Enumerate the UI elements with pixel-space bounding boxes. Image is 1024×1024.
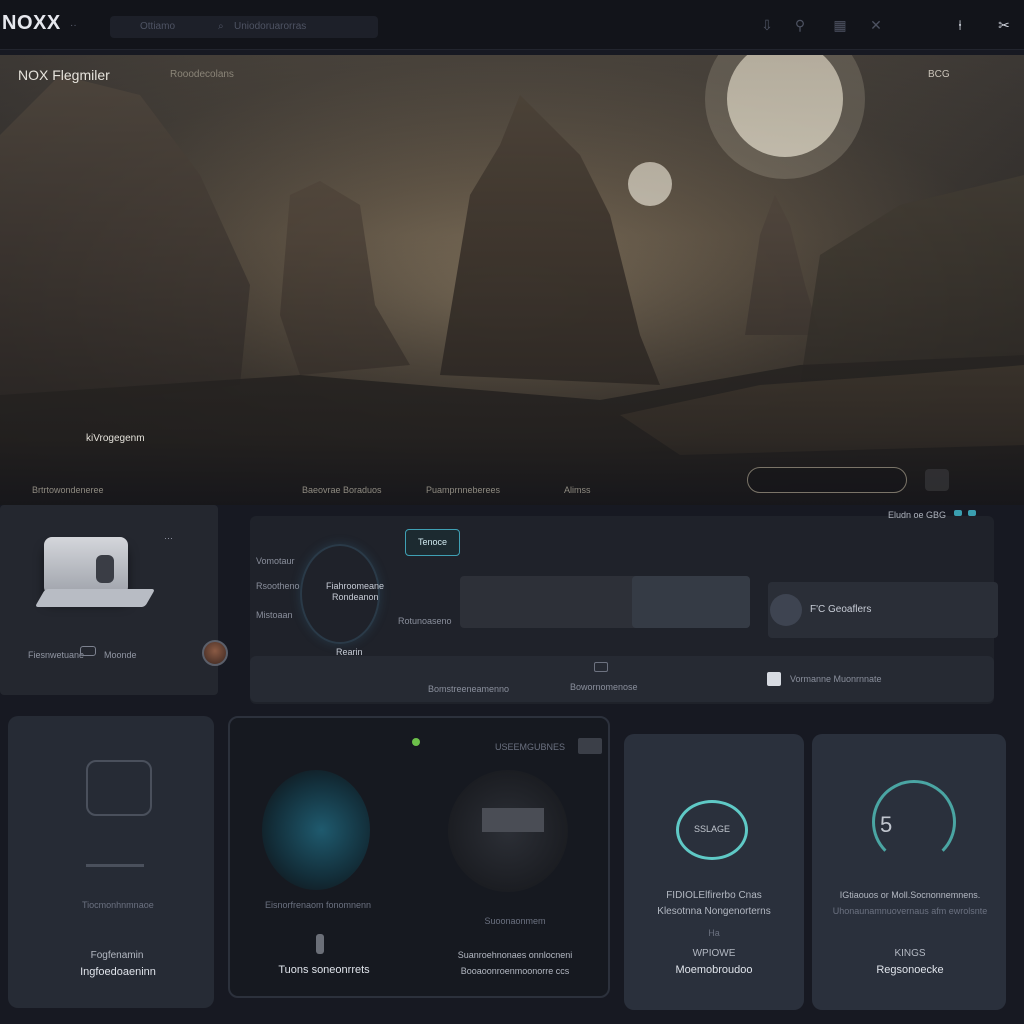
geoaflers-card[interactable]: [768, 582, 998, 638]
hero-nav-item-4[interactable]: Alimss: [564, 485, 591, 495]
hero-search-button[interactable]: [925, 469, 949, 491]
card3-line-4: Moemobroudoo: [675, 964, 753, 976]
grid-icon[interactable]: [578, 738, 602, 754]
card3-line-1: FIDIOLElfirerbo Cnas: [666, 890, 762, 901]
card4-line-3: Regsonoecke: [876, 964, 944, 976]
tenoce-button[interactable]: Tenoce: [405, 529, 460, 556]
top-nav-dot: ··: [70, 20, 77, 31]
pin-icon[interactable]: ⍿: [950, 15, 970, 35]
card4-mid: KINGS: [894, 948, 926, 959]
hero-caption: kiVrogegenm: [86, 433, 145, 444]
bottle-icon: [316, 934, 324, 954]
card2-right-caption-2: Suanroehnonaes onnlocneni: [457, 950, 573, 960]
toaster-dial: [96, 555, 114, 583]
card4-line-2: Uhonaunamnuovernaus afm ewrolsnte: [832, 906, 988, 916]
search-icon: ⌕: [218, 21, 224, 32]
divider: [86, 864, 144, 867]
avatar[interactable]: [202, 640, 228, 666]
geoaflers-label: F'C Geoaflers: [810, 604, 872, 615]
hero-tagline: Rooodecolans: [170, 69, 234, 80]
screen-thumbnail[interactable]: [482, 808, 544, 832]
pager-dot-2[interactable]: [968, 510, 976, 516]
headphones-icon: [86, 760, 152, 816]
play-icon[interactable]: [770, 594, 802, 626]
app-logo[interactable]: NOXX: [2, 12, 61, 35]
pager-dot-1[interactable]: [954, 510, 962, 516]
card2-right-caption-1: Suoonaonmem: [484, 916, 546, 926]
hero-corner-label[interactable]: BCG: [928, 69, 950, 80]
hero-banner: NOX Flegmiler Rooodecolans BCG kiVrogege…: [0, 55, 1024, 505]
card2-top-label: USEEMGUBNES: [494, 742, 565, 752]
panel-label-1: Rsootheno: [256, 581, 300, 591]
under-label: Rotunoaseno: [398, 616, 452, 626]
card3-mid: Ha: [708, 928, 720, 938]
card2-right-label: Booaoonroenmoonorre ccs: [460, 966, 570, 976]
user-icon[interactable]: ⚲: [790, 15, 810, 35]
hero-fog-overlay: [0, 55, 1024, 505]
action-label-2[interactable]: Bowornomenose: [570, 682, 638, 692]
card2-left-label: Tuons soneonrrets: [278, 964, 370, 976]
option-checkbox[interactable]: [767, 672, 781, 686]
card1-subtitle: Ingfoedoaeninn: [80, 966, 156, 978]
product-card[interactable]: ⋯ Fiesnwetuane Moonde: [0, 505, 218, 695]
top-bar: NOXX ·· Ottiamo ⌕ Uniodoruarorras ⇩ ⚲ ▦ …: [0, 0, 1024, 50]
hero-nav-item-3[interactable]: Puamprnneberees: [426, 485, 500, 495]
hero-search-input[interactable]: [747, 467, 907, 493]
video-thumbnail[interactable]: [632, 576, 750, 628]
hero-nav-item-1[interactable]: Brtrtowondeneree: [32, 485, 104, 495]
hero-nav-item-2[interactable]: Baeovrae Boraduos: [302, 485, 382, 495]
top-nav-item-2[interactable]: Uniodoruarorras: [234, 21, 306, 32]
card3-line-3: WPIOWE: [692, 948, 736, 959]
card2-left-caption: Eisnorfrenaom fonomnenn: [264, 900, 372, 910]
action-label-1[interactable]: Bomstreeneamenno: [428, 684, 509, 694]
ring-title: Fiahroomeane: [326, 581, 385, 591]
camera-icon[interactable]: [594, 662, 608, 672]
ring-subtitle: Rondeanon: [332, 592, 379, 602]
product-label: Fiesnwetuane: [28, 650, 85, 660]
tools-icon[interactable]: ✂: [994, 15, 1014, 35]
top-nav-item-1[interactable]: Ottiamo: [140, 21, 175, 32]
action-label-3[interactable]: Vormanne Muonrnnate: [790, 674, 882, 684]
panel-corner-label: Eludn oe GBG: [888, 510, 947, 520]
grid-icon[interactable]: ▦: [830, 15, 850, 35]
close-icon[interactable]: ✕: [866, 15, 886, 35]
card3-ring-text: SSLAGE: [694, 824, 731, 834]
download-icon[interactable]: ⇩: [757, 15, 777, 35]
blue-orb: [262, 770, 370, 890]
card3-line-2: Klesotnna Nongenorterns: [657, 906, 771, 917]
app-window: NOXX ·· Ottiamo ⌕ Uniodoruarorras ⇩ ⚲ ▦ …: [0, 0, 1024, 1024]
card4-line-1: IGtiaouos or Moll.Socnonnemnens.: [839, 890, 981, 900]
card1-title: Fogfenamin: [90, 950, 144, 961]
top-search-bar[interactable]: Ottiamo ⌕ Uniodoruarorras: [110, 16, 378, 38]
product-meta-dots: ⋯: [164, 533, 173, 543]
product-badge[interactable]: [80, 646, 96, 656]
status-dot: [412, 738, 420, 746]
action-strip: [250, 656, 994, 702]
card4-ring-text: 5: [880, 812, 893, 837]
toaster-base: [34, 589, 156, 607]
card1-caption: Tiocmonhnmnaoe: [82, 900, 154, 910]
panel-label-3: Vomotaur: [256, 556, 295, 566]
product-badge-label[interactable]: Moonde: [104, 650, 137, 660]
panel-label-2: Mistoaan: [256, 610, 293, 620]
toaster-image: [44, 537, 128, 595]
hero-title: NOX Flegmiler: [18, 67, 110, 83]
